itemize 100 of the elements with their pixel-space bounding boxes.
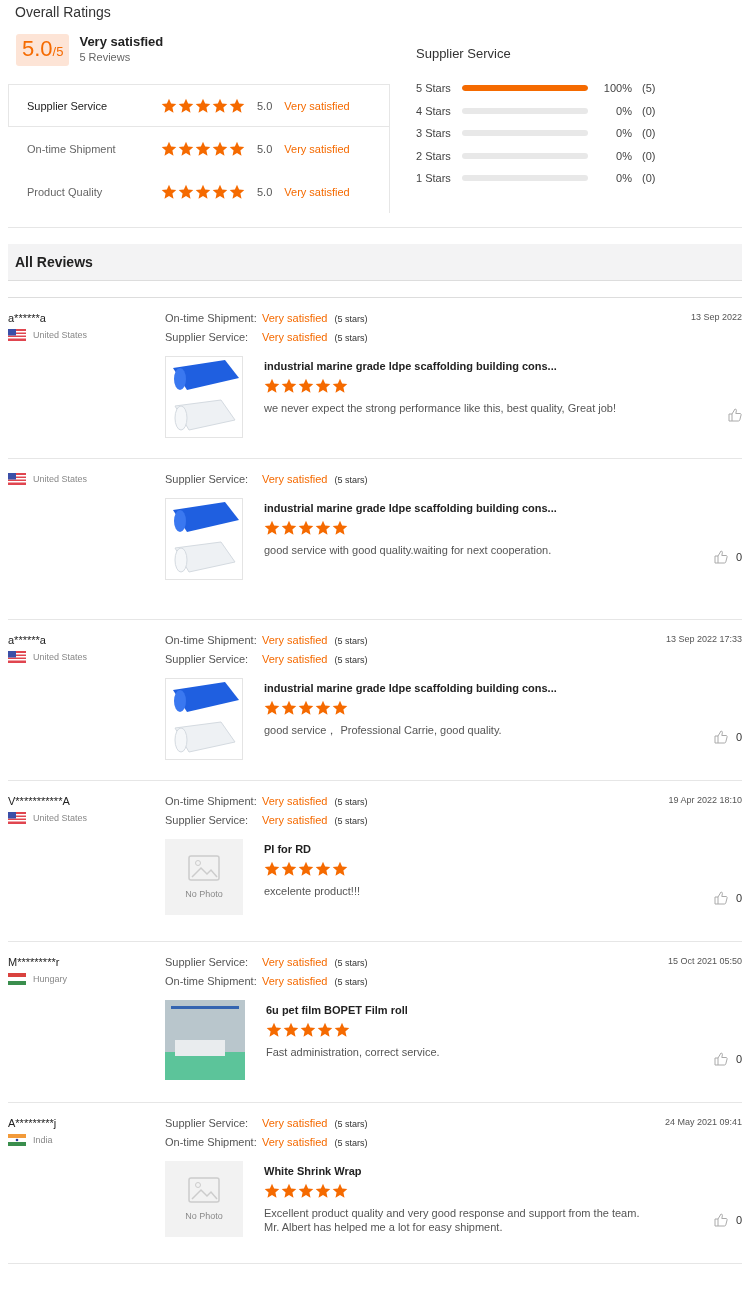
review-text: good service， Professional Carrie, good quality. xyxy=(264,723,503,737)
country-name: United States xyxy=(33,813,88,823)
criterion-label: On-time Shipment: xyxy=(165,795,258,807)
criterion-verdict: Very satisfied xyxy=(262,312,328,324)
like-count: 0 xyxy=(735,551,742,563)
reviewer-name: A*********j xyxy=(8,1117,58,1129)
reviewer-name: a******a xyxy=(8,634,47,646)
criterion-stars-note: (5 stars) xyxy=(334,314,368,324)
flag-icon xyxy=(8,473,26,485)
criterion-label: On-time Shipment: xyxy=(165,975,258,987)
review-date: 13 Sep 2022 xyxy=(690,312,742,324)
product-name[interactable]: PI for RD xyxy=(264,843,702,855)
review-date: 24 May 2021 09:41 xyxy=(664,1117,742,1129)
rating-category-tab[interactable]: Product Quality 5.0 Very satisfied xyxy=(8,170,389,213)
product-name[interactable]: industrial marine grade ldpe scaffolding building cons... xyxy=(264,360,702,372)
country-name: Hungary xyxy=(33,974,68,984)
count-text: (0) xyxy=(642,104,656,117)
criterion-verdict: Very satisfied xyxy=(262,634,328,646)
review-text: Fast administration, correct service. xyxy=(266,1045,441,1059)
count-text: (0) xyxy=(642,127,656,140)
review-text: we never expect the strong performance like this, best quality, Great job! xyxy=(264,401,617,415)
reviewer-name: M*********r xyxy=(8,956,61,968)
criterion-stars-note: (5 stars) xyxy=(334,333,368,343)
criterion-label: Supplier Service: xyxy=(165,473,250,485)
star-level-label: 2 Stars xyxy=(416,149,452,162)
criterion-stars-note: (5 stars) xyxy=(334,797,368,807)
criterion-stars-note: (5 stars) xyxy=(334,816,368,826)
criterion-stars-note: (5 stars) xyxy=(334,475,368,485)
section-title: Overall Ratings xyxy=(15,4,112,20)
criterion-verdict: Very satisfied xyxy=(262,1117,328,1129)
image-icon xyxy=(188,855,220,881)
criterion-label: On-time Shipment: xyxy=(165,312,258,324)
criterion-verdict: Very satisfied xyxy=(262,795,328,807)
review-date: 13 Sep 2022 17:33 xyxy=(665,634,742,646)
star-level-label: 4 Stars xyxy=(416,104,452,117)
product-name[interactable]: White Shrink Wrap xyxy=(264,1165,702,1177)
review-text: Excellent product quality and very good response and support from the team. Mr. Albert has helped me a lot for easy shipment. xyxy=(264,1206,641,1234)
like-count: 0 xyxy=(735,892,742,904)
flag-icon xyxy=(8,973,26,985)
criterion-verdict: Very satisfied xyxy=(262,975,328,987)
criterion-verdict: Very satisfied xyxy=(262,1136,328,1148)
product-name[interactable]: industrial marine grade ldpe scaffolding building cons... xyxy=(264,502,702,514)
country-name: United States xyxy=(33,474,88,484)
product-name[interactable]: 6u pet film BOPET Film roll xyxy=(266,1004,702,1016)
review-text: good service with good quality.waiting for next cooperation. xyxy=(264,543,553,557)
photo-placeholder[interactable] xyxy=(165,1000,245,1080)
overall-score: 5.0/5 xyxy=(16,34,70,66)
rating-category-tab[interactable]: On-time Shipment 5.0 Very satisfied xyxy=(8,127,389,170)
criterion-stars-note: (5 stars) xyxy=(334,636,368,646)
like-count: 0 xyxy=(735,731,742,743)
like-count: 0 xyxy=(735,1053,742,1065)
criterion-verdict: Very satisfied xyxy=(262,653,328,665)
criterion-verdict: Very satisfied xyxy=(262,814,328,826)
product-image[interactable] xyxy=(165,356,243,438)
percent-text: 0% xyxy=(615,127,633,140)
thumbs-up-icon[interactable] xyxy=(713,891,728,905)
criterion-stars-note: (5 stars) xyxy=(334,1119,368,1129)
reviewer-name: a******a xyxy=(8,312,47,324)
percent-text: 100% xyxy=(602,82,633,95)
thumbs-up-icon[interactable] xyxy=(713,1213,728,1227)
distribution-title: Supplier Service xyxy=(416,46,512,61)
review-text: excelente product!!! xyxy=(264,884,361,898)
overall-verdict: Very satisfied xyxy=(79,34,164,49)
thumbs-up-icon[interactable] xyxy=(713,730,728,744)
rating-category-tab[interactable]: Supplier Service 5.0 Very satisfied xyxy=(8,84,389,127)
criterion-label: Supplier Service: xyxy=(165,814,250,826)
thumbs-up-icon[interactable] xyxy=(713,1052,728,1066)
criterion-verdict: Very satisfied xyxy=(262,956,328,968)
product-image[interactable] xyxy=(165,678,243,760)
thumbs-up-icon[interactable] xyxy=(713,550,728,564)
star-level-label: 5 Stars xyxy=(416,82,452,95)
country-name: United States xyxy=(33,330,88,340)
percent-text: 0% xyxy=(615,104,633,117)
no-photo-label: No Photo xyxy=(185,889,223,899)
count-text: (0) xyxy=(642,149,656,162)
criterion-label: On-time Shipment: xyxy=(165,1136,258,1148)
criterion-label: Supplier Service: xyxy=(165,1117,250,1129)
criterion-stars-note: (5 stars) xyxy=(334,977,368,987)
no-photo-label: No Photo xyxy=(185,1211,223,1221)
flag-icon xyxy=(8,812,26,824)
product-name[interactable]: industrial marine grade ldpe scaffolding building cons... xyxy=(264,682,702,694)
reviewer-name: V***********A xyxy=(8,795,71,807)
criterion-stars-note: (5 stars) xyxy=(334,1138,368,1148)
star-level-label: 3 Stars xyxy=(416,127,452,140)
percent-text: 0% xyxy=(615,149,633,162)
like-count: 0 xyxy=(735,1214,742,1226)
criterion-label: On-time Shipment: xyxy=(165,634,258,646)
criterion-label: Supplier Service: xyxy=(165,653,250,665)
thumbs-up-icon[interactable] xyxy=(728,408,742,422)
flag-icon xyxy=(8,329,26,341)
country-name: India xyxy=(33,1135,53,1145)
product-image[interactable] xyxy=(165,498,243,580)
review-count: 5 Reviews xyxy=(79,51,132,63)
count-text: (5) xyxy=(642,82,656,95)
criterion-verdict: Very satisfied xyxy=(262,331,328,343)
country-name: United States xyxy=(33,652,88,662)
review-date: 15 Oct 2021 05:50 xyxy=(667,956,742,968)
star-level-label: 1 Stars xyxy=(416,172,452,185)
count-text: (0) xyxy=(642,172,656,185)
all-reviews-header: All Reviews xyxy=(8,244,742,281)
